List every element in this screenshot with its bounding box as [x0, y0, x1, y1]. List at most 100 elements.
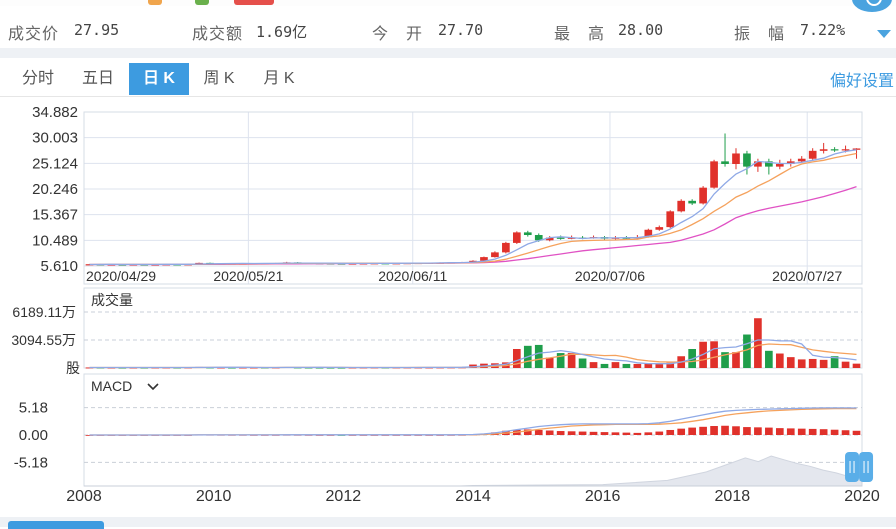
macd-histogram-bar: [699, 426, 707, 435]
volume-bar: [765, 350, 773, 368]
candle-body: [666, 211, 675, 228]
macd-dea-line: [89, 407, 857, 436]
volume-bar: [819, 359, 828, 368]
macd-histogram-bar: [556, 431, 565, 435]
amplitude-label: 振 幅: [734, 26, 786, 43]
overview-year-tick: 2016: [585, 488, 621, 505]
volume-bar: [622, 363, 631, 368]
top-strip: [0, 0, 896, 6]
candle-body: [732, 153, 740, 164]
preference-settings-link[interactable]: 偏好设置: [830, 67, 894, 91]
candle-body: [699, 187, 707, 204]
candle-body: [721, 161, 729, 164]
high-label: 最 高: [554, 26, 606, 43]
macd-histogram-bar: [732, 426, 740, 435]
quote-row: 成交价 27.95 成交额 1.69亿 今 开 27.70 最 高 28.00 …: [0, 14, 896, 46]
expand-caret-icon[interactable]: [877, 30, 891, 38]
volume-y-tick: 3094.55万: [11, 332, 76, 348]
candle-body: [688, 200, 696, 204]
macd-histogram-bar: [743, 427, 751, 435]
macd-histogram-bar: [622, 432, 631, 435]
volume-ma10-line: [89, 343, 857, 369]
candle-body: [655, 227, 664, 230]
macd-histogram-bar: [633, 432, 642, 435]
price-x-tick: 2020/06/11: [378, 268, 447, 284]
price-y-tick: 30.003: [32, 130, 78, 147]
price-x-tick: 2020/07/27: [772, 268, 842, 284]
macd-y-tick: 5.18: [19, 400, 48, 417]
volume-bar: [545, 357, 554, 368]
tab-monthly-k[interactable]: 月 K: [249, 63, 309, 95]
amount-value: 1.69亿: [256, 23, 308, 41]
volume-bar: [754, 318, 762, 368]
candle-body: [775, 163, 784, 167]
overview-year-tick: 2010: [196, 488, 232, 505]
macd-histogram-bar: [688, 427, 696, 435]
refresh-button[interactable]: [852, 0, 892, 12]
candle-body: [743, 153, 751, 167]
price-y-tick: 15.367: [32, 207, 78, 224]
macd-histogram-bar: [655, 431, 664, 435]
tab-daily-k[interactable]: 日 K: [129, 63, 189, 95]
volume-y-tick: 股: [66, 360, 80, 376]
price-ma10-line: [89, 152, 857, 266]
price-label: 成交价: [8, 26, 60, 43]
macd-y-tick: -5.18: [14, 454, 48, 471]
volume-bar: [512, 348, 521, 368]
volume-bar: [841, 361, 850, 368]
tab-weekly-k[interactable]: 周 K: [189, 63, 249, 95]
candle-body: [491, 252, 499, 258]
volume-bar: [578, 358, 587, 368]
candle-body: [710, 161, 718, 188]
price-x-tick: 2020/04/29: [86, 268, 156, 284]
overview-year-tick: 2008: [66, 488, 102, 505]
macd-histogram-bar: [808, 428, 817, 435]
price-y-tick: 10.489: [32, 232, 78, 249]
candle-body: [556, 237, 565, 239]
open-label: 今 开: [372, 26, 424, 43]
volume-bar: [797, 359, 806, 368]
open-value: 27.70: [438, 21, 484, 39]
amplitude-value: 7.22%: [800, 21, 846, 39]
strip-mark: [148, 0, 162, 5]
macd-histogram-bar: [852, 430, 861, 435]
price-ma20-line: [89, 185, 857, 266]
price-x-tick: 2020/05/21: [213, 268, 283, 284]
tab-five-day[interactable]: 五日: [68, 63, 128, 95]
overview-area: [84, 455, 863, 487]
macd-histogram-bar: [797, 428, 806, 435]
bottom-active-tab[interactable]: [8, 521, 104, 529]
price-value: 27.95: [74, 21, 120, 39]
overview-year-tick: 2018: [715, 488, 751, 505]
candle-body: [523, 232, 532, 236]
macd-histogram-bar: [830, 429, 839, 435]
tab-intraday[interactable]: 分时: [8, 63, 68, 95]
volume-bar: [786, 357, 795, 368]
macd-histogram-bar: [710, 426, 718, 435]
macd-histogram-bar: [600, 432, 609, 435]
strip-mark: [195, 0, 209, 5]
strip-mark: [234, 0, 274, 5]
macd-histogram-bar: [765, 427, 773, 435]
volume-bar: [710, 341, 718, 368]
macd-histogram-bar: [841, 430, 850, 435]
macd-histogram-bar: [754, 427, 762, 435]
volume-bar: [534, 344, 543, 368]
overview-year-tick: 2014: [455, 488, 491, 505]
volume-bar: [600, 363, 609, 368]
volume-bar: [743, 334, 751, 368]
macd-histogram-bar: [534, 429, 543, 435]
separator: [0, 48, 896, 58]
candle-body: [808, 150, 817, 159]
candle-body: [841, 149, 850, 151]
candle-body: [797, 158, 806, 162]
macd-histogram-bar: [578, 431, 587, 435]
overview-year-tick: 2020: [844, 488, 880, 505]
volume-bar: [732, 352, 740, 368]
macd-histogram-bar: [589, 431, 598, 435]
stock-chart: 34.882 30.003 25.124 20.246 15.367 10.489 5.61…: [11, 104, 880, 505]
bottom-tab-strip: [0, 517, 896, 529]
refresh-icon: [866, 0, 882, 6]
price-y-tick: 34.882: [32, 104, 78, 121]
amount-label: 成交额: [192, 26, 244, 43]
